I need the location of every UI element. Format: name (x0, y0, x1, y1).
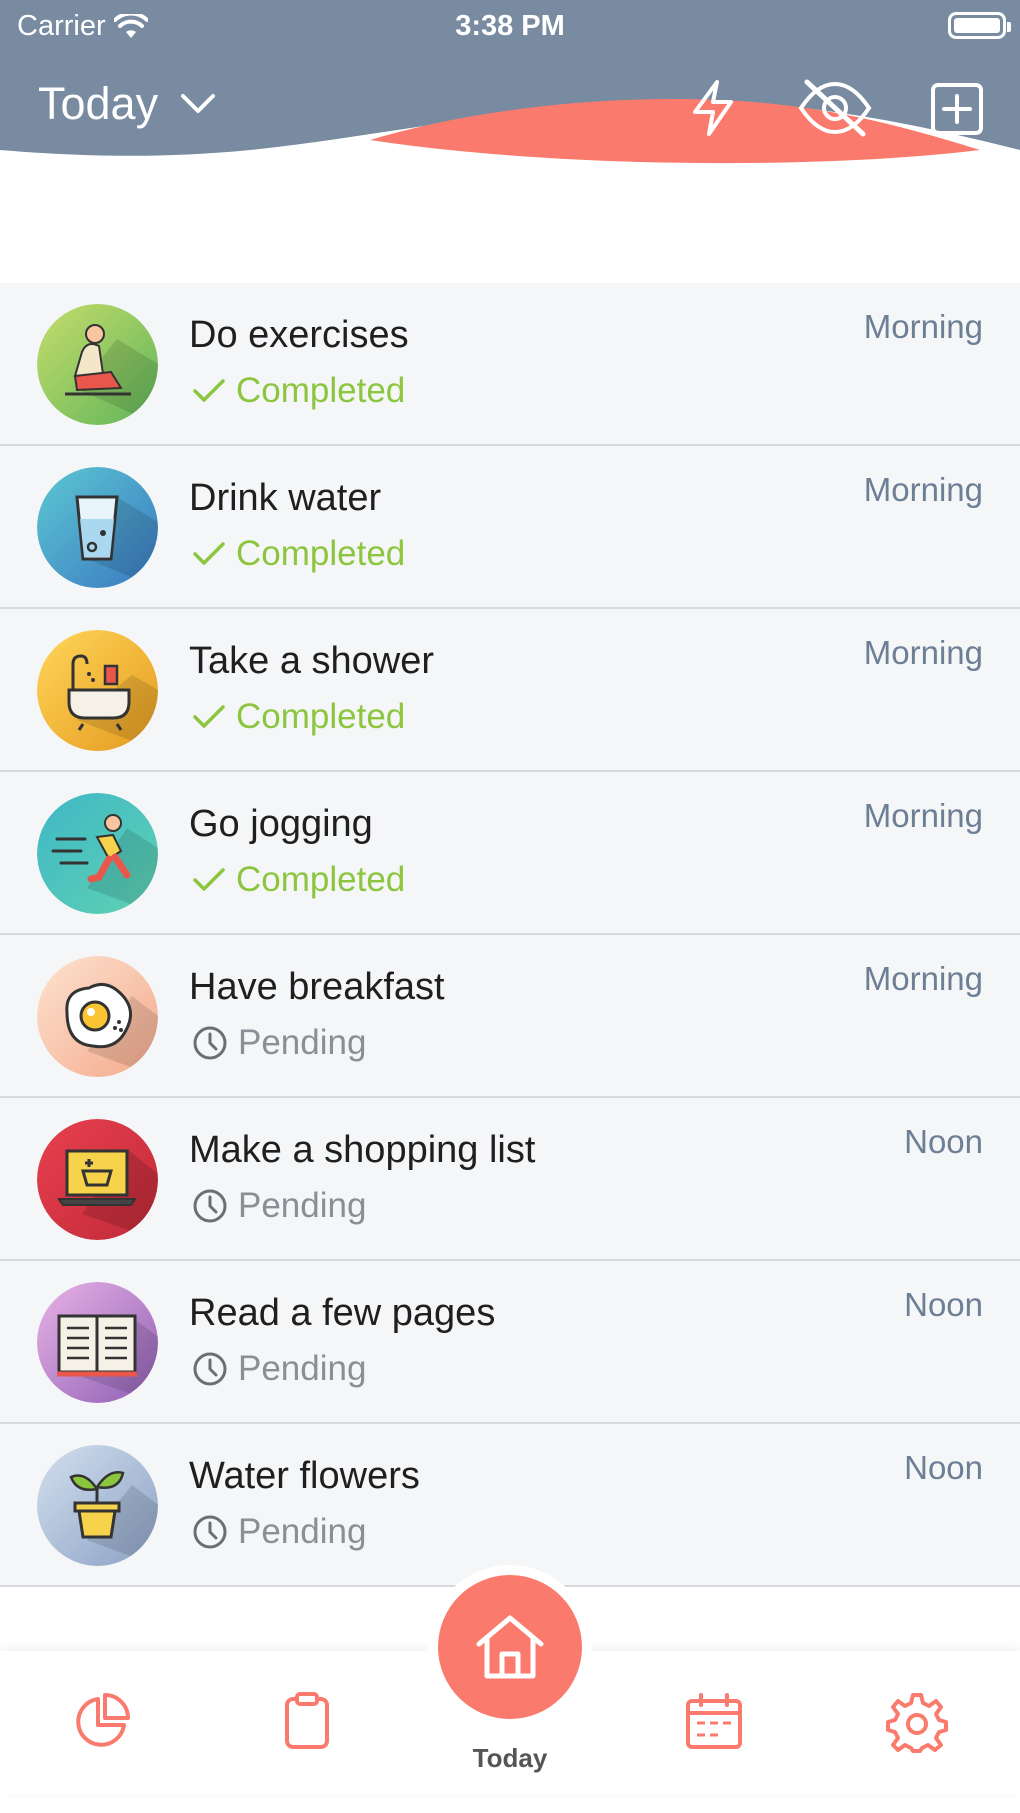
clock-icon (193, 1026, 227, 1060)
checkmark-icon (193, 379, 225, 402)
exercise-icon (37, 304, 158, 425)
clipboard-icon[interactable] (277, 1691, 337, 1751)
today-home-button[interactable] (438, 1575, 582, 1719)
habit-time: Morning (863, 471, 983, 508)
status-time: 3:38 PM (455, 10, 565, 42)
habit-row[interactable]: Do exercises Completed Morning (0, 283, 1020, 446)
habit-status: Completed (192, 860, 405, 900)
clock-icon (193, 1352, 227, 1386)
habit-time: Morning (863, 797, 983, 834)
status-label: Completed (236, 371, 406, 410)
habit-title: Have breakfast (189, 966, 445, 1008)
habit-title: Go jogging (189, 803, 373, 845)
habit-status: Pending (192, 1512, 366, 1552)
habit-time: Morning (863, 308, 983, 345)
clock-icon (193, 1515, 227, 1549)
habit-time: Morning (863, 960, 983, 997)
habit-title: Water flowers (189, 1455, 420, 1497)
battery-icon (948, 12, 1011, 39)
book-icon (37, 1282, 158, 1403)
habit-status: Completed (192, 534, 405, 574)
bathtub-icon (37, 630, 158, 751)
fried-egg-icon (37, 956, 158, 1077)
checkmark-icon (193, 542, 225, 565)
status-label: Completed (236, 860, 406, 899)
habit-row[interactable]: Have breakfast Pending Morning (0, 935, 1020, 1098)
water-glass-icon (37, 467, 158, 588)
page-title: Today (38, 78, 159, 129)
header: Carrier 3:38 PM Today (0, 0, 1020, 170)
stats-pie-icon[interactable] (72, 1691, 132, 1751)
habit-status: Pending (192, 1349, 366, 1389)
habit-status: Pending (192, 1023, 366, 1063)
habit-title: Make a shopping list (189, 1129, 536, 1171)
status-label: Completed (236, 697, 406, 736)
lightning-icon[interactable] (683, 78, 743, 138)
tab-label-today[interactable]: Today (0, 1743, 1020, 1774)
plant-pot-icon (37, 1445, 158, 1566)
habit-title: Do exercises (189, 314, 409, 356)
date-selector[interactable]: Today (38, 78, 216, 130)
checkmark-icon (193, 868, 225, 891)
home-icon (476, 1615, 544, 1679)
habit-title: Read a few pages (189, 1292, 496, 1334)
habit-row[interactable]: Make a shopping list Pending Noon (0, 1098, 1020, 1261)
status-label: Completed (236, 534, 406, 573)
status-label: Pending (238, 1023, 367, 1062)
habit-row[interactable]: Water flowers Pending Noon (0, 1424, 1020, 1587)
habit-time: Noon (904, 1449, 983, 1486)
habit-row[interactable]: Go jogging Completed Morning (0, 772, 1020, 935)
status-bar: Carrier 3:38 PM (0, 0, 1020, 52)
habit-row[interactable]: Take a shower Completed Morning (0, 609, 1020, 772)
habit-time: Noon (904, 1123, 983, 1160)
checkmark-icon (193, 705, 225, 728)
habit-status: Pending (192, 1186, 366, 1226)
runner-icon (37, 793, 158, 914)
calendar-icon[interactable] (683, 1691, 745, 1751)
status-label: Pending (238, 1349, 367, 1388)
clock-icon (193, 1189, 227, 1223)
status-label: Pending (238, 1186, 367, 1225)
habit-status: Completed (192, 371, 405, 411)
habit-time: Morning (863, 634, 983, 671)
add-habit-icon[interactable] (930, 82, 984, 136)
habit-title: Drink water (189, 477, 382, 519)
habit-row[interactable]: Read a few pages Pending Noon (0, 1261, 1020, 1424)
status-label: Pending (238, 1512, 367, 1551)
habit-title: Take a shower (189, 640, 435, 682)
chevron-down-icon (181, 94, 216, 113)
habit-time: Noon (904, 1286, 983, 1323)
habit-list: Do exercises Completed Morning Drink wat… (0, 283, 1020, 1587)
habit-row[interactable]: Drink water Completed Morning (0, 446, 1020, 609)
habit-status: Completed (192, 697, 405, 737)
eye-off-icon[interactable] (797, 78, 873, 138)
shopping-laptop-icon (37, 1119, 158, 1240)
